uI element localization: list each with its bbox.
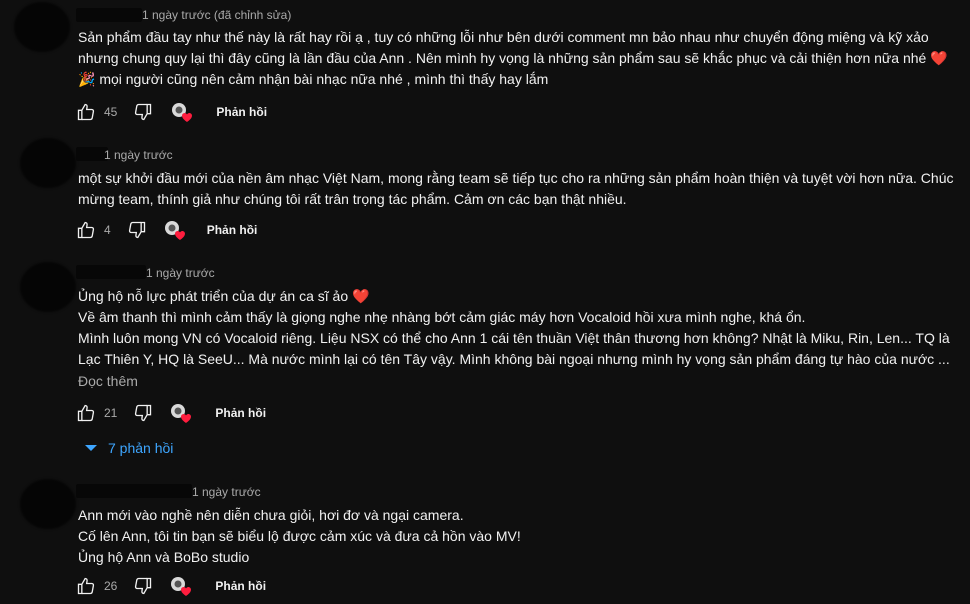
author-name-redacted[interactable] xyxy=(76,8,142,22)
like-count: 45 xyxy=(104,105,118,119)
comment-timestamp[interactable]: 1 ngày trước xyxy=(192,485,261,499)
comment-line: Cố lên Ann, tôi tin bạn sẽ biểu lộ được … xyxy=(78,528,521,544)
replies-count-label: 7 phản hồi xyxy=(108,440,174,456)
like-icon xyxy=(77,577,95,595)
creator-heart[interactable] xyxy=(169,402,193,424)
comment-timestamp[interactable]: 1 ngày trước xyxy=(146,266,215,280)
like-icon xyxy=(77,404,95,422)
comment-line: 🎉 mọi người cũng nên cảm nhận bài nhạc n… xyxy=(78,71,549,87)
view-replies-button[interactable]: 7 phản hồi xyxy=(84,440,173,456)
creator-heart-icon xyxy=(171,577,192,596)
author-name-redacted[interactable] xyxy=(76,265,146,279)
creator-heart[interactable] xyxy=(170,101,194,123)
heart-emoji: ❤️ xyxy=(352,288,370,304)
comment-text: Ann mới vào nghề nên diễn chưa giỏi, hơi… xyxy=(78,505,521,568)
reply-button[interactable]: Phản hồi xyxy=(215,406,266,420)
comment-line: một sự khởi đầu mới của nền âm nhạc Việt… xyxy=(78,170,954,186)
comment-line: Ủng hộ nỗ lực phát triển của dự án ca sĩ… xyxy=(78,288,370,304)
creator-heart-icon xyxy=(164,221,185,240)
like-button[interactable]: 4 xyxy=(76,220,111,240)
avatar[interactable] xyxy=(20,138,76,188)
comment-actions: 26 Phản hồi xyxy=(76,574,266,598)
avatar[interactable] xyxy=(20,479,76,529)
avatar[interactable] xyxy=(20,262,76,312)
dislike-icon xyxy=(135,103,152,121)
read-more-link[interactable]: Đọc thêm xyxy=(78,373,138,389)
comment-text: Sản phẩm đầu tay như thế này là rất hay … xyxy=(78,27,948,90)
chevron-down-icon xyxy=(85,445,97,451)
dislike-icon xyxy=(128,221,145,239)
comment-actions: 21 Phản hồi xyxy=(76,401,266,425)
like-icon xyxy=(77,103,95,121)
comment-line: nhưng chung quy lại thì đây cũng là lần … xyxy=(78,50,948,66)
like-icon xyxy=(77,221,95,239)
like-count: 4 xyxy=(104,223,111,237)
comment-timestamp[interactable]: 1 ngày trước xyxy=(104,148,173,162)
reply-button[interactable]: Phản hồi xyxy=(215,579,266,593)
comment-text: Ủng hộ nỗ lực phát triển của dự án ca sĩ… xyxy=(78,286,950,370)
dislike-button[interactable] xyxy=(133,576,153,596)
comment-line: Sản phẩm đầu tay như thế này là rất hay … xyxy=(78,29,929,45)
creator-heart[interactable] xyxy=(163,219,187,241)
dislike-button[interactable] xyxy=(133,403,153,423)
reply-button[interactable]: Phản hồi xyxy=(216,105,267,119)
avatar[interactable] xyxy=(14,2,70,52)
author-name-redacted[interactable] xyxy=(76,484,192,498)
party-emoji: 🎉 xyxy=(78,71,96,87)
comment-line: Về âm thanh thì mình cảm thấy là giọng n… xyxy=(78,309,806,325)
creator-heart-icon xyxy=(171,404,192,423)
comment-line: Ann mới vào nghề nên diễn chưa giỏi, hơi… xyxy=(78,507,464,523)
creator-heart-icon xyxy=(172,103,193,122)
like-button[interactable]: 21 xyxy=(76,403,117,423)
comment-text: một sự khởi đầu mới của nền âm nhạc Việt… xyxy=(78,168,954,210)
like-count: 21 xyxy=(104,406,118,420)
dislike-icon xyxy=(135,404,152,422)
dislike-button[interactable] xyxy=(133,102,153,122)
dislike-icon xyxy=(135,577,152,595)
like-button[interactable]: 45 xyxy=(76,102,117,122)
comment-line: Lạc Thiên Y, HQ là SeeU... Mà nước mình … xyxy=(78,351,950,367)
comment-line: Mình luôn mong VN có Vocaloid riêng. Liệ… xyxy=(78,330,950,346)
creator-heart[interactable] xyxy=(169,575,193,597)
comment-line: Ủng hộ Ann và BoBo studio xyxy=(78,549,250,565)
like-button[interactable]: 26 xyxy=(76,576,117,596)
comment-actions: 4 Phản hồi xyxy=(76,218,257,242)
comment-timestamp[interactable]: 1 ngày trước (đã chỉnh sửa) xyxy=(142,8,291,22)
reply-button[interactable]: Phản hồi xyxy=(207,223,258,237)
heart-emoji: ❤️ xyxy=(930,50,948,66)
dislike-button[interactable] xyxy=(127,220,147,240)
comment-actions: 45 Phản hồi xyxy=(76,100,267,124)
comment-line: mừng team, thính giả như chúng tôi rất t… xyxy=(78,191,627,207)
like-count: 26 xyxy=(104,579,118,593)
